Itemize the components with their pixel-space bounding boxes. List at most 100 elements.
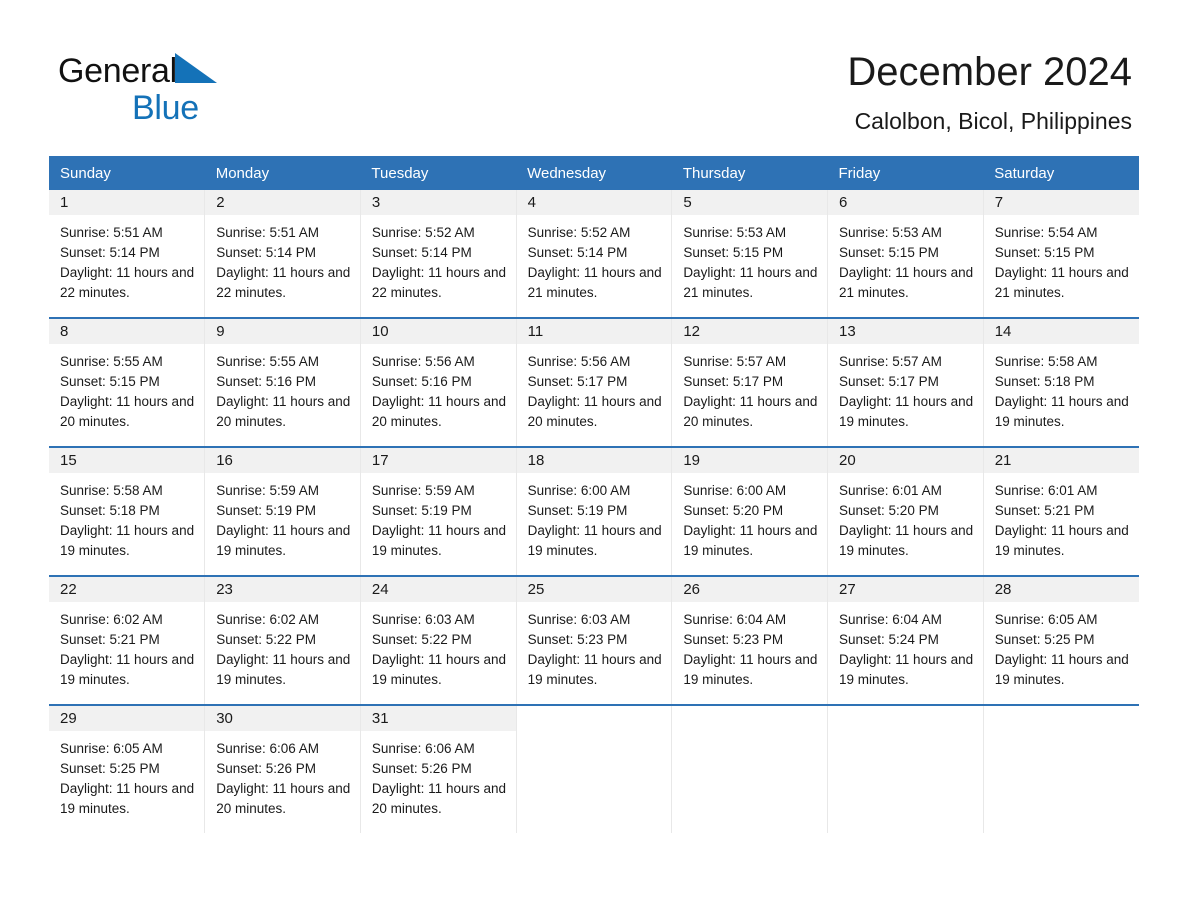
sunrise-text: Sunrise: 5:52 AM	[527, 225, 631, 240]
sunset-text: Sunset: 5:20 PM	[839, 503, 939, 518]
day-number-band: 23	[205, 577, 360, 602]
weekday-header-wednesday: Wednesday	[516, 156, 672, 190]
sunrise-text: Sunrise: 6:01 AM	[994, 483, 1098, 498]
day-details: Sunrise: 5:57 AM Sunset: 5:17 PM Daylight:…	[672, 344, 827, 446]
calendar-cell-day[interactable]: 16 Sunrise: 5:59 AM Sunset: 5:19 PM Dayligh…	[204, 446, 361, 576]
sunrise-text: Sunrise: 5:57 AM	[839, 354, 942, 369]
calendar-cell-day[interactable]: 22 Sunrise: 6:02 AM Sunset: 5:21 PM Dayligh…	[49, 575, 205, 705]
weekday-header-friday: Friday	[827, 156, 984, 190]
day-number-band: 5	[672, 190, 828, 215]
day-number: 12	[683, 323, 700, 340]
calendar-week-row: 29 Sunrise: 6:05 AM Sunset: 5:25 PM Dayligh…	[49, 704, 1139, 833]
sunset-text: Sunset: 5:19 PM	[371, 503, 472, 518]
calendar-cell-day[interactable]: 3 Sunrise: 5:52 AM Sunset: 5:14 PM Daylight…	[359, 190, 517, 318]
day-details: Sunrise: 6:03 AM Sunset: 5:22 PM Daylight:…	[361, 602, 516, 704]
sunset-text: Sunset: 5:21 PM	[60, 632, 160, 647]
day-details: Sunrise: 6:05 AM Sunset: 5:25 PM Daylight:…	[984, 602, 1139, 704]
sunset-text: Sunset: 5:16 PM	[216, 374, 317, 389]
calendar-cell-day[interactable]: 8 Sunrise: 5:55 AM Sunset: 5:15 PM Daylight…	[49, 317, 205, 447]
sunrise-text: Sunrise: 5:52 AM	[371, 225, 475, 240]
sunset-text: Sunset: 5:15 PM	[839, 245, 939, 260]
calendar-cell-day[interactable]: 6 Sunrise: 5:53 AM Sunset: 5:15 PM Daylight…	[827, 190, 984, 318]
calendar-cell-day[interactable]: 27 Sunrise: 6:04 AM Sunset: 5:24 PM Dayligh…	[827, 575, 984, 705]
calendar-cell-empty	[827, 704, 984, 833]
day-number: 9	[216, 323, 225, 340]
calendar-cell-day[interactable]: 31 Sunrise: 6:06 AM Sunset: 5:26 PM Dayligh…	[359, 704, 517, 833]
day-details: Sunrise: 5:53 AM Sunset: 5:15 PM Daylight:…	[672, 215, 827, 317]
day-details: Sunrise: 5:57 AM Sunset: 5:17 PM Daylight:…	[828, 344, 983, 446]
calendar-cell-day[interactable]: 9 Sunrise: 5:55 AM Sunset: 5:16 PM Daylight…	[204, 317, 361, 447]
weekday-header-saturday: Saturday	[983, 156, 1139, 190]
title-block: December 2024 Calolbon, Bicol, Philippin…	[847, 48, 1132, 136]
calendar-cell-day[interactable]: 14 Sunrise: 5:58 AM Sunset: 5:18 PM Dayligh…	[982, 317, 1139, 447]
calendar-cell-empty	[515, 704, 672, 833]
daylight-text: Daylight: 11 hours and 19 minutes.	[371, 523, 506, 558]
calendar-week-row: 15 Sunrise: 5:58 AM Sunset: 5:18 PM Dayligh…	[49, 446, 1139, 576]
calendar-cell-day[interactable]: 15 Sunrise: 5:58 AM Sunset: 5:18 PM Dayligh…	[49, 446, 205, 576]
calendar-cell-day[interactable]: 28 Sunrise: 6:05 AM Sunset: 5:25 PM Dayligh…	[982, 575, 1139, 705]
day-number-band: 12	[672, 319, 828, 344]
daylight-text: Daylight: 11 hours and 22 minutes.	[216, 265, 351, 300]
daylight-text: Daylight: 11 hours and 20 minutes.	[371, 394, 506, 429]
day-number-band: 22	[49, 577, 205, 602]
calendar-cell-day[interactable]: 10 Sunrise: 5:56 AM Sunset: 5:16 PM Dayligh…	[359, 317, 517, 447]
day-number: 18	[527, 452, 545, 469]
sunset-text: Sunset: 5:25 PM	[994, 632, 1095, 647]
generalblue-logo[interactable]: General Blue	[58, 52, 258, 126]
calendar-cell-day[interactable]: 2 Sunrise: 5:51 AM Sunset: 5:14 PM Daylight…	[204, 190, 361, 318]
calendar-cell-day[interactable]: 23 Sunrise: 6:02 AM Sunset: 5:22 PM Dayligh…	[204, 575, 361, 705]
sunrise-text: Sunrise: 6:04 AM	[683, 612, 787, 627]
calendar-cell-day[interactable]: 30 Sunrise: 6:06 AM Sunset: 5:26 PM Dayligh…	[204, 704, 361, 833]
day-number-band: 9	[205, 319, 360, 344]
day-details: Sunrise: 5:56 AM Sunset: 5:16 PM Daylight:…	[361, 344, 516, 446]
daylight-text: Daylight: 11 hours and 20 minutes.	[60, 394, 195, 429]
daylight-text: Daylight: 11 hours and 21 minutes.	[527, 265, 662, 300]
sunset-text: Sunset: 5:22 PM	[371, 632, 472, 647]
day-number: 31	[371, 710, 389, 727]
day-number-band: 29	[49, 706, 205, 731]
daylight-text: Daylight: 11 hours and 19 minutes.	[216, 523, 351, 558]
calendar-cell-day[interactable]: 21 Sunrise: 6:01 AM Sunset: 5:21 PM Dayligh…	[982, 446, 1139, 576]
calendar-cell-day[interactable]: 4 Sunrise: 5:52 AM Sunset: 5:14 PM Daylight…	[515, 190, 672, 318]
calendar-cell-day[interactable]: 29 Sunrise: 6:05 AM Sunset: 5:25 PM Dayligh…	[49, 704, 205, 833]
calendar-cell-day[interactable]: 11 Sunrise: 5:56 AM Sunset: 5:17 PM Dayligh…	[515, 317, 672, 447]
sunrise-text: Sunrise: 5:55 AM	[60, 354, 163, 369]
calendar-cell-day[interactable]: 1 Sunrise: 5:51 AM Sunset: 5:14 PM Daylight…	[49, 190, 205, 318]
sunrise-text: Sunrise: 5:58 AM	[994, 354, 1098, 369]
calendar-cell-day[interactable]: 18 Sunrise: 6:00 AM Sunset: 5:19 PM Dayligh…	[515, 446, 672, 576]
calendar-cell-day[interactable]: 20 Sunrise: 6:01 AM Sunset: 5:20 PM Dayligh…	[827, 446, 984, 576]
calendar-cell-day[interactable]: 19 Sunrise: 6:00 AM Sunset: 5:20 PM Dayligh…	[671, 446, 828, 576]
calendar-cell-day[interactable]: 26 Sunrise: 6:04 AM Sunset: 5:23 PM Dayligh…	[671, 575, 828, 705]
sunrise-text: Sunrise: 5:51 AM	[216, 225, 320, 240]
calendar-page: General Blue December 2024 Calolbon, Bic…	[0, 0, 1188, 918]
sunset-text: Sunset: 5:14 PM	[371, 245, 472, 260]
daylight-text: Daylight: 11 hours and 19 minutes.	[527, 652, 662, 687]
sunset-text: Sunset: 5:16 PM	[371, 374, 472, 389]
day-number-band: 30	[205, 706, 360, 731]
day-number-band: 17	[360, 448, 516, 473]
weekday-header-monday: Monday	[204, 156, 361, 190]
calendar-cell-day[interactable]: 7 Sunrise: 5:54 AM Sunset: 5:15 PM Daylight…	[982, 190, 1139, 318]
calendar-cell-day[interactable]: 25 Sunrise: 6:03 AM Sunset: 5:23 PM Dayligh…	[515, 575, 672, 705]
sunset-text: Sunset: 5:15 PM	[60, 374, 160, 389]
day-number-band: 18	[516, 448, 672, 473]
day-number-band: 4	[516, 190, 672, 215]
day-details: Sunrise: 6:03 AM Sunset: 5:23 PM Daylight:…	[517, 602, 672, 704]
day-number-band: 2	[205, 190, 360, 215]
daylight-text: Daylight: 11 hours and 20 minutes.	[527, 394, 662, 429]
sunrise-text: Sunrise: 5:56 AM	[371, 354, 475, 369]
sunrise-text: Sunrise: 6:03 AM	[527, 612, 631, 627]
calendar-cell-day[interactable]: 24 Sunrise: 6:03 AM Sunset: 5:22 PM Dayligh…	[359, 575, 517, 705]
day-number: 24	[371, 581, 389, 598]
calendar-cell-day[interactable]: 5 Sunrise: 5:53 AM Sunset: 5:15 PM Daylight…	[671, 190, 828, 318]
sunset-text: Sunset: 5:14 PM	[60, 245, 160, 260]
calendar-cell-day[interactable]: 13 Sunrise: 5:57 AM Sunset: 5:17 PM Dayligh…	[827, 317, 984, 447]
day-number: 7	[994, 194, 1004, 211]
day-number-band: 7	[983, 190, 1139, 215]
day-details: Sunrise: 6:04 AM Sunset: 5:24 PM Daylight:…	[828, 602, 983, 704]
day-number-band: 31	[360, 706, 516, 731]
day-number-band: 28	[983, 577, 1139, 602]
calendar-cell-day[interactable]: 12 Sunrise: 5:57 AM Sunset: 5:17 PM Dayligh…	[671, 317, 828, 447]
day-number: 29	[60, 710, 77, 727]
calendar-cell-day[interactable]: 17 Sunrise: 5:59 AM Sunset: 5:19 PM Dayligh…	[359, 446, 517, 576]
